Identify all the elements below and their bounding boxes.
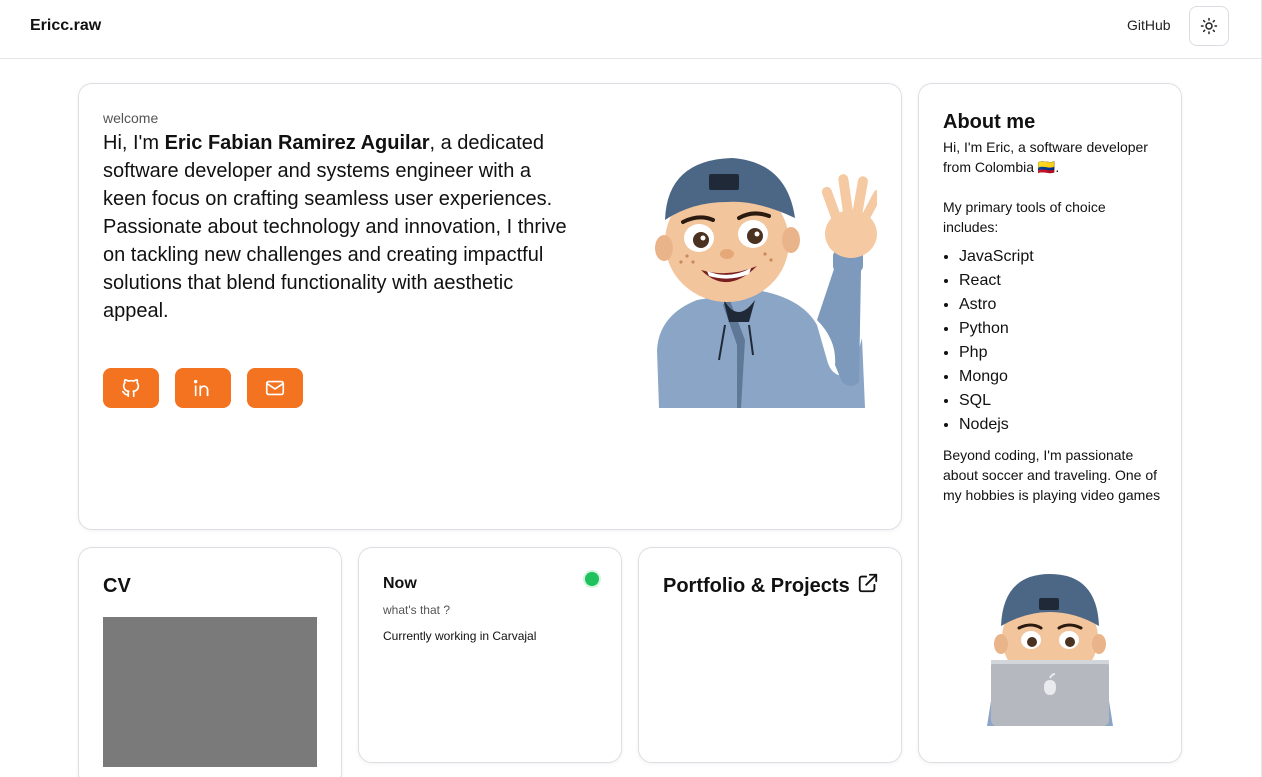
email-social-button[interactable] <box>247 368 303 408</box>
hero-intro: Hi, I'm Eric Fabian Ramirez Aguilar, a d… <box>103 129 573 325</box>
social-links <box>103 368 303 408</box>
sun-icon <box>1200 17 1218 35</box>
tools-list: JavaScript React Astro Python Php Mongo … <box>959 245 1034 437</box>
about-card: About me Hi, I'm Eric, a software develo… <box>918 83 1182 763</box>
now-title: Now <box>383 575 417 592</box>
github-nav-link[interactable]: GitHub <box>1127 17 1171 33</box>
theme-toggle-button[interactable] <box>1189 6 1229 46</box>
about-hobbies: Beyond coding, I'm passionate about socc… <box>943 447 1161 503</box>
tool-item: SQL <box>959 389 1034 413</box>
external-link-icon[interactable] <box>857 572 879 594</box>
portfolio-card[interactable]: Portfolio & Projects <box>638 547 902 763</box>
hero-eyebrow: welcome <box>103 110 159 126</box>
tool-item: Nodejs <box>959 413 1034 437</box>
cv-preview[interactable] <box>103 617 317 767</box>
portfolio-title: Portfolio & Projects <box>663 575 850 597</box>
linkedin-social-button[interactable] <box>175 368 231 408</box>
github-social-button[interactable] <box>103 368 159 408</box>
mail-icon <box>265 380 285 396</box>
laptop-avatar-illustration <box>987 574 1113 726</box>
about-tools-intro: My primary tools of choice includes: <box>943 199 1106 235</box>
linkedin-icon <box>193 379 209 397</box>
online-status-dot <box>585 572 599 586</box>
about-intro: Hi, I'm Eric, a software developer from … <box>943 139 1148 175</box>
now-card: Now what's that ? Currently working in C… <box>358 547 622 763</box>
hero-name: Eric Fabian Ramirez Aguilar <box>164 132 430 154</box>
now-subtitle: what's that ? <box>383 603 450 617</box>
cv-card[interactable]: CV <box>78 547 342 777</box>
site-brand[interactable]: Ericc.raw <box>30 17 101 35</box>
cv-title: CV <box>103 575 131 597</box>
tool-item: Astro <box>959 293 1034 317</box>
tool-item: React <box>959 269 1034 293</box>
top-navbar: Ericc.raw GitHub <box>0 0 1262 59</box>
tool-item: Mongo <box>959 365 1034 389</box>
github-icon <box>121 378 140 398</box>
tool-item: Php <box>959 341 1034 365</box>
about-title: About me <box>943 111 1036 133</box>
now-status-text: Currently working in Carvajal <box>383 629 537 643</box>
hero-intro-body: , a dedicated software developer and sys… <box>103 132 567 322</box>
tool-item: Python <box>959 317 1034 341</box>
hero-intro-prefix: Hi, I'm <box>103 132 165 154</box>
hero-card: welcome Hi, I'm Eric Fabian Ramirez Agui… <box>78 83 902 530</box>
tool-item: JavaScript <box>959 245 1034 269</box>
waving-avatar-illustration <box>655 158 877 408</box>
